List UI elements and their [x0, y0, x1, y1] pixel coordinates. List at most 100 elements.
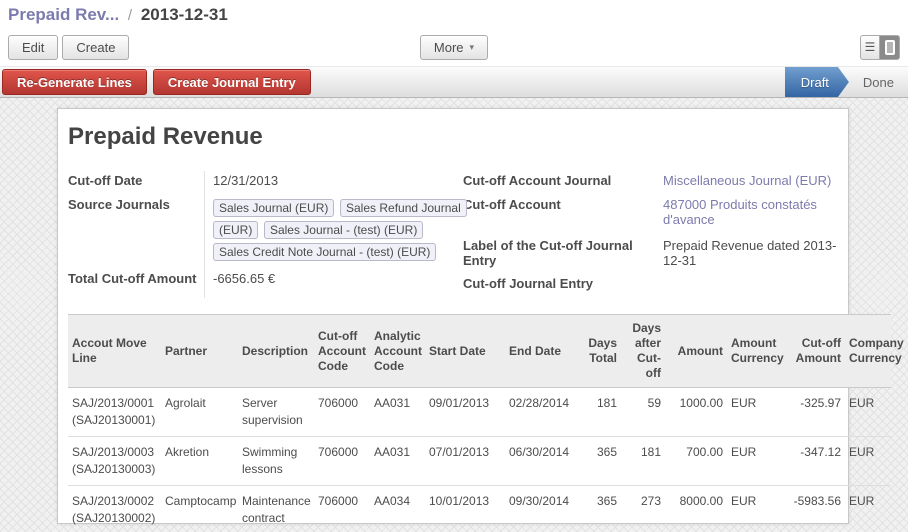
breadcrumb-bar: Prepaid Rev... / 2013-12-31 — [0, 0, 908, 28]
field-groups: Cut-off Date 12/31/2013 Source Journals … — [68, 171, 838, 298]
cell-days-total: 365 — [583, 436, 621, 485]
field-cutoff-account-journal: Cut-off Account Journal Miscellaneous Jo… — [463, 171, 838, 192]
cutoff-account-journal-link[interactable]: Miscellaneous Journal (EUR) — [663, 171, 838, 192]
cutoff-account-journal-label: Cut-off Account Journal — [463, 171, 663, 192]
create-button[interactable]: Create — [62, 35, 129, 60]
col-header-end-date[interactable]: End Date — [505, 315, 583, 388]
status-step-draft[interactable]: Draft — [785, 67, 849, 97]
right-field-group: Cut-off Account Journal Miscellaneous Jo… — [463, 171, 838, 298]
col-header-cutoff-amount[interactable]: Cut-off Amount — [787, 315, 845, 388]
view-switcher: ☰ — [860, 35, 900, 60]
cell-cutoff-amount: -5983.56 — [787, 485, 845, 532]
cell-days-after-cutoff: 59 — [621, 388, 665, 437]
cell-company-currency: EUR — [845, 436, 891, 485]
cell-amount: 8000.00 — [665, 485, 727, 532]
col-header-amount[interactable]: Amount — [665, 315, 727, 388]
cell-partner: Agrolait — [161, 388, 238, 437]
more-dropdown-button[interactable]: More ▾ — [420, 35, 488, 60]
col-header-account-move-line[interactable]: Accout Move Line — [68, 315, 161, 388]
source-journals-tags: Sales Journal (EUR) Sales Refund Journal… — [204, 195, 463, 263]
cell-account-move-line: SAJ/2013/0002 (SAJ20130002) — [68, 485, 161, 532]
cell-days-after-cutoff: 273 — [621, 485, 665, 532]
cell-days-after-cutoff: 181 — [621, 436, 665, 485]
col-header-cutoff-account-code[interactable]: Cut-off Account Code — [314, 315, 370, 388]
total-cutoff-amount-value: -6656.65 € — [204, 269, 463, 290]
col-header-days-total[interactable]: Days Total — [583, 315, 621, 388]
cell-analytic-account-code: AA031 — [370, 436, 425, 485]
journal-entry-label-label: Label of the Cut-off Journal Entry — [463, 236, 663, 268]
cell-analytic-account-code: AA034 — [370, 485, 425, 532]
cutoff-date-value: 12/31/2013 — [204, 171, 463, 192]
journal-tag[interactable]: Sales Credit Note Journal - (test) (EUR) — [213, 243, 436, 261]
form-sheet: Prepaid Revenue Cut-off Date 12/31/2013 … — [57, 108, 849, 524]
cutoff-account-link[interactable]: 487000 Produits constatés d'avance — [663, 195, 838, 227]
cell-partner: Camptocamp — [161, 485, 238, 532]
breadcrumb-separator: / — [124, 7, 136, 24]
page-title: Prepaid Revenue — [68, 123, 838, 151]
cell-amount-currency: EUR — [727, 388, 787, 437]
cell-amount-currency: EUR — [727, 485, 787, 532]
cell-company-currency: EUR — [845, 388, 891, 437]
cell-account-move-line: SAJ/2013/0003 (SAJ20130003) — [68, 436, 161, 485]
main-content: Prepaid Revenue Cut-off Date 12/31/2013 … — [0, 98, 908, 532]
edit-button[interactable]: Edit — [8, 35, 58, 60]
cell-cutoff-account-code: 706000 — [314, 485, 370, 532]
form-view-button[interactable] — [880, 35, 900, 60]
table-row[interactable]: SAJ/2013/0003 (SAJ20130003) Akretion Swi… — [68, 436, 891, 485]
cell-cutoff-amount: -325.97 — [787, 388, 845, 437]
col-header-description[interactable]: Description — [238, 315, 314, 388]
col-header-days-after-cutoff[interactable]: Days after Cut-off — [621, 315, 665, 388]
cell-start-date: 09/01/2013 — [425, 388, 505, 437]
status-step-done[interactable]: Done — [849, 67, 908, 97]
cell-company-currency: EUR — [845, 485, 891, 532]
form-view-icon — [885, 40, 895, 55]
col-header-partner[interactable]: Partner — [161, 315, 238, 388]
cell-account-move-line: SAJ/2013/0001 (SAJ20130001) — [68, 388, 161, 437]
cell-cutoff-amount: -347.12 — [787, 436, 845, 485]
create-journal-entry-button[interactable]: Create Journal Entry — [153, 69, 311, 95]
statusbar: Draft Done — [785, 67, 908, 97]
cell-description: Maintenance contract — [238, 485, 314, 532]
field-cutoff-account: Cut-off Account 487000 Produits constaté… — [463, 195, 838, 227]
cell-end-date: 02/28/2014 — [505, 388, 583, 437]
cell-amount-currency: EUR — [727, 436, 787, 485]
field-total-cutoff-amount: Total Cut-off Amount -6656.65 € — [68, 269, 463, 290]
field-source-journals: Source Journals Sales Journal (EUR) Sale… — [68, 195, 463, 263]
toolbar: Edit Create More ▾ ☰ — [0, 28, 908, 66]
journal-tag[interactable]: Sales Journal - (test) (EUR) — [264, 221, 423, 239]
cell-cutoff-account-code: 706000 — [314, 388, 370, 437]
cell-cutoff-account-code: 706000 — [314, 436, 370, 485]
cell-analytic-account-code: AA031 — [370, 388, 425, 437]
cutoff-journal-entry-value — [663, 274, 838, 295]
journal-entry-label-value: Prepaid Revenue dated 2013-12-31 — [663, 236, 838, 268]
journal-tag[interactable]: Sales Journal (EUR) — [213, 199, 334, 217]
table-row[interactable]: SAJ/2013/0001 (SAJ20130001) Agrolait Ser… — [68, 388, 891, 437]
regenerate-lines-button[interactable]: Re-Generate Lines — [2, 69, 147, 95]
left-field-group: Cut-off Date 12/31/2013 Source Journals … — [68, 171, 463, 298]
cell-amount: 1000.00 — [665, 388, 727, 437]
cell-days-total: 365 — [583, 485, 621, 532]
cutoff-lines-table: Accout Move Line Partner Description Cut… — [68, 314, 891, 532]
col-header-analytic-account-code[interactable]: Analytic Account Code — [370, 315, 425, 388]
breadcrumb-parent-link[interactable]: Prepaid Rev... — [8, 5, 119, 24]
breadcrumb: Prepaid Rev... / 2013-12-31 — [8, 5, 228, 25]
cell-description: Server supervision — [238, 388, 314, 437]
col-header-start-date[interactable]: Start Date — [425, 315, 505, 388]
cell-start-date: 10/01/2013 — [425, 485, 505, 532]
cell-partner: Akretion — [161, 436, 238, 485]
table-row[interactable]: SAJ/2013/0002 (SAJ20130002) Camptocamp M… — [68, 485, 891, 532]
col-header-amount-currency[interactable]: Amount Currency — [727, 315, 787, 388]
cutoff-journal-entry-label: Cut-off Journal Entry — [463, 274, 663, 295]
field-cutoff-date: Cut-off Date 12/31/2013 — [68, 171, 463, 192]
field-cutoff-journal-entry: Cut-off Journal Entry — [463, 274, 838, 295]
cell-start-date: 07/01/2013 — [425, 436, 505, 485]
action-bar: Re-Generate Lines Create Journal Entry D… — [0, 66, 908, 98]
cell-description: Swimming lessons — [238, 436, 314, 485]
cell-days-total: 181 — [583, 388, 621, 437]
list-view-button[interactable]: ☰ — [860, 35, 880, 60]
cell-amount: 700.00 — [665, 436, 727, 485]
cell-end-date: 09/30/2014 — [505, 485, 583, 532]
col-header-company-currency[interactable]: Company Currency — [845, 315, 891, 388]
list-view-icon: ☰ — [865, 41, 876, 53]
breadcrumb-current: 2013-12-31 — [141, 5, 228, 24]
